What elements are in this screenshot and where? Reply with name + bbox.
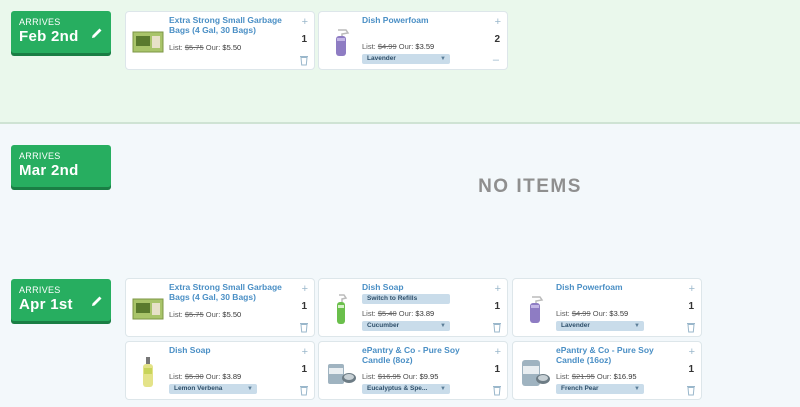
product-card: Extra Strong Small Garbage Bags (4 Gal, … bbox=[125, 11, 315, 70]
chevron-down-icon: ▼ bbox=[440, 323, 446, 329]
trash-icon[interactable] bbox=[299, 54, 309, 66]
price-line: List: $4.99 Our: $3.59 bbox=[362, 42, 435, 51]
product-card: ePantry & Co - Pure Soy Candle (16oz) Li… bbox=[512, 341, 702, 400]
price-line: List: $5.40 Our: $3.89 bbox=[362, 309, 435, 318]
arrival-date-badge[interactable]: ARRIVES Mar 2nd bbox=[11, 145, 111, 187]
shipment-apr: ARRIVES Apr 1st Extra Strong Small Garba… bbox=[0, 266, 800, 407]
price-line: List: $5.30 Our: $3.89 bbox=[169, 372, 242, 381]
arrival-date: Apr 1st bbox=[19, 296, 73, 313]
variant-select[interactable]: Eucalyptus & Spe... ▼ bbox=[362, 384, 450, 394]
quantity-value: 1 bbox=[494, 364, 500, 375]
product-card: Dish Powerfoam List: $4.99 Our: $3.59 La… bbox=[318, 11, 508, 70]
trash-icon[interactable] bbox=[299, 384, 309, 396]
variant-select[interactable]: Cucumber ▼ bbox=[362, 321, 450, 331]
product-card: Extra Strong Small Garbage Bags (4 Gal, … bbox=[125, 278, 315, 337]
product-card: ePantry & Co - Pure Soy Candle (8oz) Lis… bbox=[318, 341, 508, 400]
price-line: List: $4.99 Our: $3.59 bbox=[556, 309, 629, 318]
shipment-feb: ARRIVES Feb 2nd Extra Strong Small Garba… bbox=[0, 0, 800, 124]
price-line: List: $5.75 Our: $5.50 bbox=[169, 310, 242, 319]
product-title[interactable]: ePantry & Co - Pure Soy Candle (16oz) bbox=[556, 345, 681, 365]
trash-icon[interactable] bbox=[686, 384, 696, 396]
product-card: Dish Powerfoam List: $4.99 Our: $3.59 La… bbox=[512, 278, 702, 337]
arrives-label: ARRIVES bbox=[19, 285, 61, 295]
quantity-value: 2 bbox=[494, 34, 500, 45]
switch-to-refills-button[interactable]: Switch to Refills bbox=[362, 294, 450, 304]
product-title[interactable]: Dish Soap bbox=[169, 345, 294, 355]
price-line: List: $21.95 Our: $16.95 bbox=[556, 372, 637, 381]
product-title[interactable]: ePantry & Co - Pure Soy Candle (8oz) bbox=[362, 345, 487, 365]
arrival-date-badge[interactable]: ARRIVES Apr 1st bbox=[11, 279, 111, 321]
trash-icon[interactable] bbox=[492, 321, 502, 333]
variant-select[interactable]: Lemon Verbena ▼ bbox=[169, 384, 257, 394]
chevron-down-icon: ▼ bbox=[634, 386, 640, 392]
price-line: List: $16.95 Our: $9.95 bbox=[362, 372, 439, 381]
trash-icon[interactable] bbox=[492, 384, 502, 396]
increase-quantity-button[interactable]: + bbox=[302, 16, 308, 28]
soy-candle-8oz-product-image bbox=[328, 364, 356, 384]
increase-quantity-button[interactable]: + bbox=[495, 283, 501, 295]
chevron-down-icon: ▼ bbox=[634, 323, 640, 329]
quantity-value: 1 bbox=[494, 301, 500, 312]
increase-quantity-button[interactable]: + bbox=[302, 283, 308, 295]
dish-soap-cucumber-product-image bbox=[337, 294, 348, 324]
soy-candle-16oz-product-image bbox=[522, 360, 550, 386]
increase-quantity-button[interactable]: + bbox=[689, 283, 695, 295]
dish-powerfoam-product-image bbox=[336, 29, 350, 56]
product-title[interactable]: Dish Powerfoam bbox=[556, 282, 681, 292]
quantity-value: 1 bbox=[301, 34, 307, 45]
product-card: Dish Soap List: $5.30 Our: $3.89 Lemon V… bbox=[125, 341, 315, 400]
garbage-bags-product-image bbox=[132, 31, 164, 53]
quantity-value: 1 bbox=[688, 364, 694, 375]
quantity-value: 1 bbox=[301, 301, 307, 312]
pencil-icon[interactable] bbox=[91, 27, 103, 39]
increase-quantity-button[interactable]: + bbox=[302, 346, 308, 358]
variant-select[interactable]: Lavender ▼ bbox=[556, 321, 644, 331]
arrival-date: Mar 2nd bbox=[19, 162, 79, 179]
dish-powerfoam-product-image bbox=[530, 296, 544, 323]
quantity-value: 1 bbox=[688, 301, 694, 312]
arrival-date-badge[interactable]: ARRIVES Feb 2nd bbox=[11, 11, 111, 53]
chevron-down-icon: ▼ bbox=[440, 386, 446, 392]
product-title[interactable]: Dish Powerfoam bbox=[362, 15, 487, 25]
trash-icon[interactable] bbox=[299, 321, 309, 333]
product-title[interactable]: Extra Strong Small Garbage Bags (4 Gal, … bbox=[169, 15, 294, 35]
garbage-bags-product-image bbox=[132, 298, 164, 320]
increase-quantity-button[interactable]: + bbox=[495, 16, 501, 28]
quantity-value: 1 bbox=[301, 364, 307, 375]
variant-select[interactable]: French Pear ▼ bbox=[556, 384, 644, 394]
chevron-down-icon: ▼ bbox=[247, 386, 253, 392]
decrease-quantity-button[interactable]: – bbox=[493, 54, 499, 66]
arrival-date: Feb 2nd bbox=[19, 28, 79, 45]
arrives-label: ARRIVES bbox=[19, 17, 61, 27]
product-card: Dish Soap Switch to Refills List: $5.40 … bbox=[318, 278, 508, 337]
product-title[interactable]: Dish Soap bbox=[362, 282, 487, 292]
arrives-label: ARRIVES bbox=[19, 151, 61, 161]
product-title[interactable]: Extra Strong Small Garbage Bags (4 Gal, … bbox=[169, 282, 294, 302]
price-line: List: $5.75 Our: $5.50 bbox=[169, 43, 242, 52]
trash-icon[interactable] bbox=[686, 321, 696, 333]
increase-quantity-button[interactable]: + bbox=[689, 346, 695, 358]
increase-quantity-button[interactable]: + bbox=[495, 346, 501, 358]
dish-soap-lemon-product-image bbox=[143, 357, 153, 387]
variant-select[interactable]: Lavender ▼ bbox=[362, 54, 450, 64]
pencil-icon[interactable] bbox=[91, 295, 103, 307]
no-items-message: NO ITEMS bbox=[478, 176, 582, 197]
chevron-down-icon: ▼ bbox=[440, 56, 446, 62]
